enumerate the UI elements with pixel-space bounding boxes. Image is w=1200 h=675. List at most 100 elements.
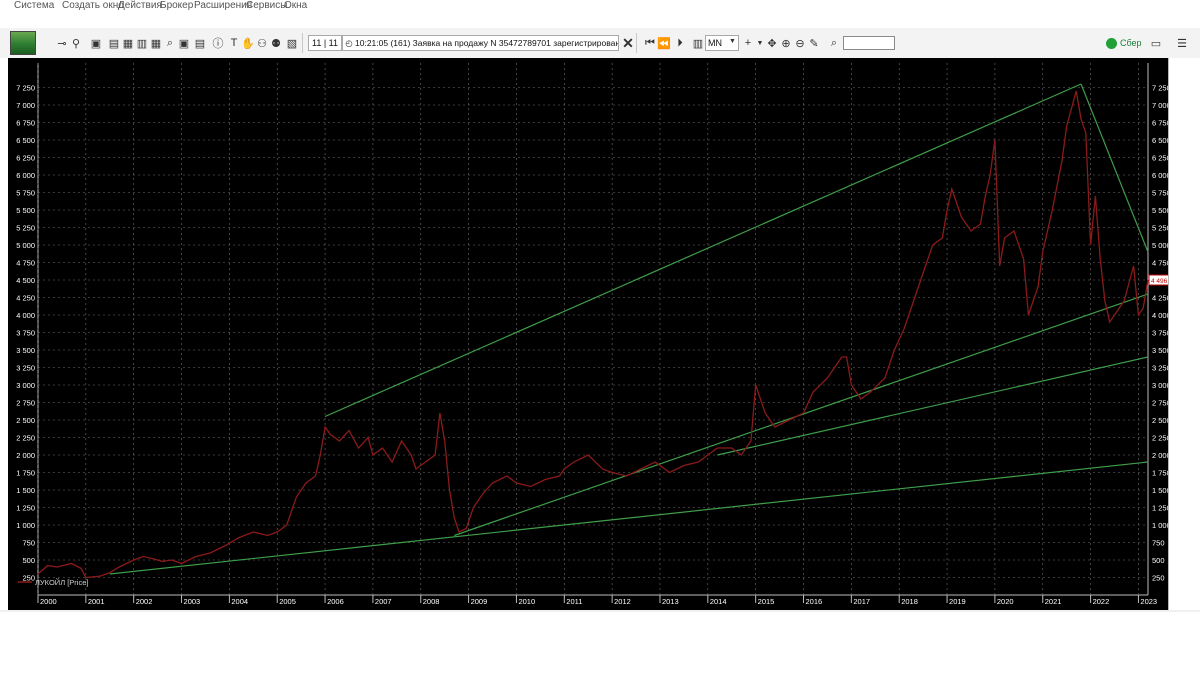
y-tick-label-right: 5 500	[1152, 206, 1168, 215]
y-tick-label-left: 4 000	[16, 311, 35, 320]
y-tick-label-left: 2 000	[16, 451, 35, 460]
search-icon[interactable]: ⌕	[826, 35, 842, 51]
shield-icon[interactable]: ▣	[88, 35, 104, 51]
x-tick-label: 2016	[806, 597, 823, 606]
portfolio-icon[interactable]: ▤	[192, 35, 208, 51]
search-input[interactable]	[843, 36, 895, 50]
x-tick-label: 2010	[518, 597, 535, 606]
y-tick-label-left: 3 000	[16, 381, 35, 390]
y-tick-label-left: 6 250	[16, 154, 35, 163]
price-chart[interactable]: 250 250 500 500 750 750 1 000 1 000 1 250 1 250 1 …	[8, 58, 1173, 610]
y-tick-label-right: 500	[1152, 556, 1165, 565]
y-tick-label-left: 5 500	[16, 206, 35, 215]
y-tick-label-left: 4 250	[16, 294, 35, 303]
trend-line	[324, 83, 1082, 418]
menu-item-windows[interactable]: Окна	[284, 0, 307, 12]
y-tick-label-right: 2 000	[1152, 451, 1168, 460]
ruler-icon[interactable]: ✎	[806, 35, 822, 51]
y-tick-label-left: 7 250	[16, 84, 35, 93]
y-tick-label-left: 5 750	[16, 189, 35, 198]
x-tick-label: 2019	[949, 597, 966, 606]
y-tick-label-right: 7 000	[1152, 101, 1168, 110]
y-tick-label-left: 500	[22, 556, 35, 565]
prev-page-icon[interactable]: ⏪	[656, 35, 672, 51]
toolbar-separator	[302, 33, 303, 53]
x-tick-label: 2007	[375, 597, 392, 606]
y-tick-label-left: 2 250	[16, 434, 35, 443]
y-tick-label-right: 3 000	[1152, 381, 1168, 390]
menu-bar: Система Создать окно Действия Брокер Рас…	[0, 0, 1200, 28]
y-tick-label-right: 250	[1152, 574, 1165, 583]
y-tick-label-right: 6 000	[1152, 171, 1168, 180]
trend-line	[717, 356, 1149, 456]
broker-label: Сбер	[1120, 38, 1142, 48]
legend-label: ЛУКОЙЛ [Price]	[35, 578, 88, 587]
broker-button[interactable]: Сбер	[1106, 35, 1142, 51]
menu-item-actions[interactable]: Действия	[118, 0, 162, 12]
x-tick-label: 2011	[566, 597, 582, 606]
last-price-label: 4 496.0	[1151, 278, 1168, 285]
toolbar-separator	[636, 33, 637, 53]
y-tick-label-left: 5 000	[16, 241, 35, 250]
connect-icon[interactable]: ⚲	[68, 35, 84, 51]
x-tick-label: 2015	[758, 597, 775, 606]
x-tick-label: 2002	[136, 597, 153, 606]
next-page-icon[interactable]: ⏵	[672, 35, 688, 51]
news-ticker[interactable]: ◴ 10:21:05 (161) Заявка на продажу N 3547…	[342, 35, 619, 51]
menu-icon[interactable]: ☰	[1174, 35, 1190, 51]
y-tick-label-right: 6 250	[1152, 154, 1168, 163]
y-tick-label-right: 1 500	[1152, 486, 1168, 495]
chat-icon[interactable]: ▭	[1148, 35, 1164, 51]
right-panel-edge	[1168, 58, 1200, 610]
x-tick-label: 2017	[853, 597, 870, 606]
chart-area[interactable]: 250 250 500 500 750 750 1 000 1 000 1 250 1 250 1 …	[8, 58, 1173, 610]
notes-icon[interactable]: ▧	[284, 35, 300, 51]
x-tick-label: 2014	[710, 597, 727, 606]
y-tick-label-left: 4 500	[16, 276, 35, 285]
y-tick-label-left: 6 750	[16, 119, 35, 128]
chart-window-icon[interactable]: ▣	[176, 35, 192, 51]
y-tick-label-right: 4 250	[1152, 294, 1168, 303]
y-tick-label-left: 6 500	[16, 136, 35, 145]
chart-type-icon[interactable]: ▥	[690, 35, 706, 51]
y-tick-label-right: 5 750	[1152, 189, 1168, 198]
x-tick-label: 2008	[423, 597, 440, 606]
x-tick-label: 2021	[1045, 597, 1062, 606]
y-tick-label-left: 3 500	[16, 346, 35, 355]
y-tick-label-left: 1 750	[16, 469, 35, 478]
y-tick-label-right: 750	[1152, 539, 1165, 548]
clock-icon: ◴	[345, 38, 353, 48]
trend-line	[109, 461, 1149, 575]
menu-item-services[interactable]: Сервисы	[246, 0, 287, 12]
alert-icon[interactable]: ⓘ	[210, 35, 226, 51]
x-tick-label: 2013	[662, 597, 679, 606]
menu-item-system[interactable]: Система	[14, 0, 54, 12]
y-tick-label-right: 4 000	[1152, 311, 1168, 320]
y-tick-label-right: 3 500	[1152, 346, 1168, 355]
menu-item-extensions[interactable]: Расширения	[194, 0, 252, 12]
user-group-icon[interactable]: ⚉	[268, 35, 284, 51]
x-tick-label: 2000	[40, 597, 57, 606]
menu-item-broker[interactable]: Брокер	[160, 0, 193, 12]
y-tick-label-right: 3 750	[1152, 329, 1168, 338]
y-tick-label-right: 2 500	[1152, 416, 1168, 425]
x-tick-label: 2005	[279, 597, 296, 606]
y-tick-label-left: 2 500	[16, 416, 35, 425]
y-tick-label-left: 250	[22, 574, 35, 583]
period-dropdown-icon[interactable]: ▼	[729, 35, 737, 49]
x-tick-label: 2018	[901, 597, 918, 606]
x-tick-label: 2001	[88, 597, 105, 606]
y-tick-label-right: 7 250	[1152, 84, 1168, 93]
window-counter: 11 | 11	[308, 35, 342, 51]
app-logo-icon	[10, 31, 36, 55]
y-tick-label-right: 1 250	[1152, 504, 1168, 513]
y-tick-label-left: 7 000	[16, 101, 35, 110]
x-tick-label: 2022	[1093, 597, 1110, 606]
trend-line	[1080, 83, 1149, 253]
y-tick-label-right: 6 750	[1152, 119, 1168, 128]
y-tick-label-left: 1 000	[16, 521, 35, 530]
close-icon[interactable]: ✕	[620, 35, 636, 51]
y-tick-label-right: 2 250	[1152, 434, 1168, 443]
menu-item-create-window[interactable]: Создать окно	[62, 0, 124, 12]
price-line	[37, 90, 1149, 579]
